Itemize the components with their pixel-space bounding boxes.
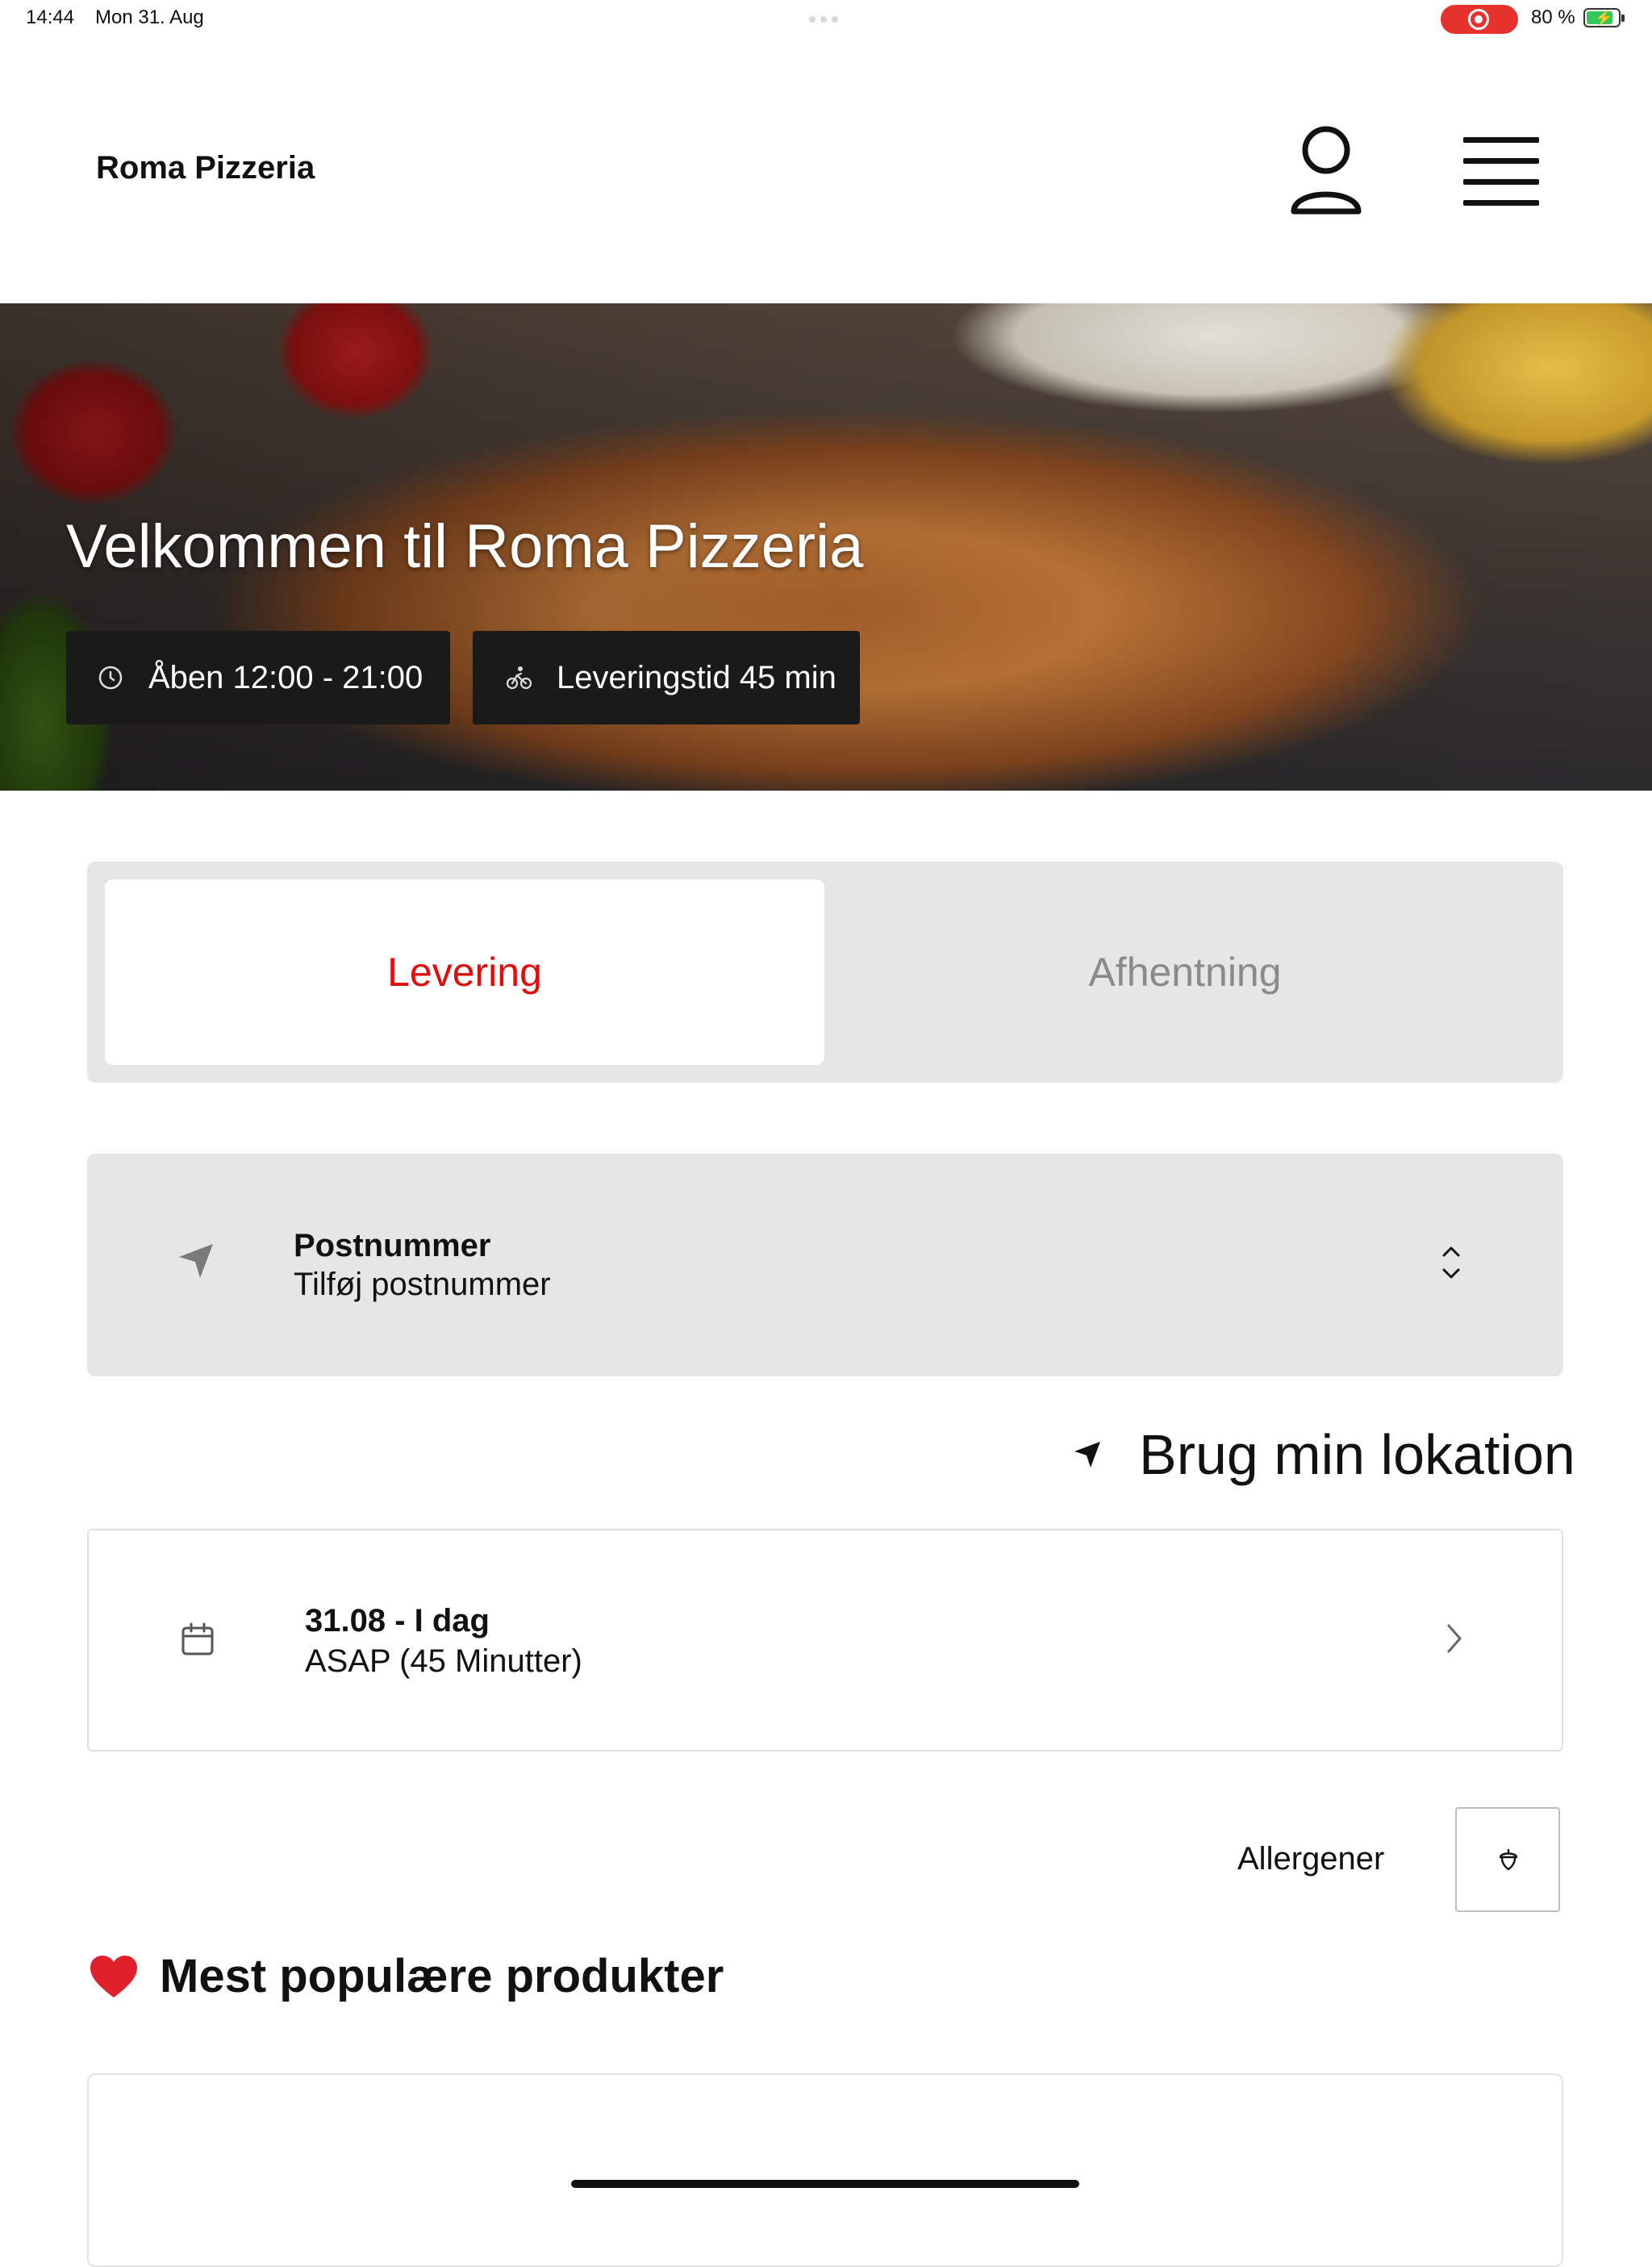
- clock-icon: [98, 666, 123, 690]
- hero-banner: Velkommen til Roma Pizzeria Åben 12:00 -…: [0, 303, 1652, 791]
- opening-hours-text: Åben 12:00 - 21:00: [148, 659, 423, 695]
- allergens-button[interactable]: [1455, 1807, 1560, 1912]
- user-icon: [1291, 126, 1362, 215]
- chevron-right-icon: [1447, 1624, 1462, 1653]
- product-card[interactable]: [87, 2073, 1563, 2267]
- postal-code-value: Tilføj postnummer: [294, 1267, 551, 1302]
- delivery-time-value: ASAP (45 Minutter): [305, 1643, 582, 1679]
- hamburger-menu-icon: [1463, 137, 1539, 143]
- battery-icon: ⚡: [1583, 8, 1625, 27]
- bicycle-icon: [506, 666, 532, 690]
- brand-name[interactable]: Roma Pizzeria: [96, 150, 315, 186]
- acorn-icon: [1499, 1849, 1518, 1871]
- order-mode-toggle: Levering Afhentning: [87, 862, 1563, 1083]
- status-date: Mon 31. Aug: [95, 6, 204, 28]
- use-my-location-label: Brug min lokation: [1139, 1423, 1575, 1486]
- postal-code-select[interactable]: Postnummer Tilføj postnummer: [87, 1154, 1563, 1376]
- calendar-icon: [181, 1622, 214, 1655]
- chevron-up-down-icon: [1442, 1246, 1460, 1279]
- location-arrow-icon: [1074, 1442, 1100, 1467]
- battery-percent: 80 %: [1531, 6, 1575, 28]
- status-time: 14:44: [26, 6, 75, 28]
- delivery-time-text: Leveringstid 45 min: [557, 659, 836, 695]
- hamburger-menu-button[interactable]: [1460, 136, 1541, 208]
- home-indicator[interactable]: [571, 2180, 1079, 2188]
- tab-afhentning[interactable]: Afhentning: [824, 879, 1546, 1065]
- screen-recording-icon[interactable]: [1441, 5, 1518, 34]
- heart-icon: [90, 1955, 137, 1998]
- user-account-button[interactable]: [1287, 124, 1365, 221]
- location-arrow-icon: [179, 1244, 213, 1278]
- delivery-date: 31.08 - I dag: [305, 1603, 490, 1639]
- popular-title-text: Mest populære produkter: [160, 1950, 724, 2002]
- hero-title: Velkommen til Roma Pizzeria: [66, 512, 864, 581]
- section-title-popular: Mest populære produkter: [89, 1949, 724, 2003]
- use-my-location-button[interactable]: Brug min lokation: [1073, 1418, 1575, 1491]
- delivery-time-chip: Leveringstid 45 min: [473, 631, 860, 724]
- delivery-time-select[interactable]: 31.08 - I dag ASAP (45 Minutter): [87, 1529, 1563, 1751]
- tab-levering[interactable]: Levering: [105, 879, 824, 1065]
- opening-hours-chip: Åben 12:00 - 21:00: [66, 631, 450, 724]
- multitasking-dots-icon[interactable]: [809, 16, 841, 23]
- allergens-label: Allergener: [1237, 1841, 1385, 1877]
- postal-code-label: Postnummer: [294, 1228, 491, 1263]
